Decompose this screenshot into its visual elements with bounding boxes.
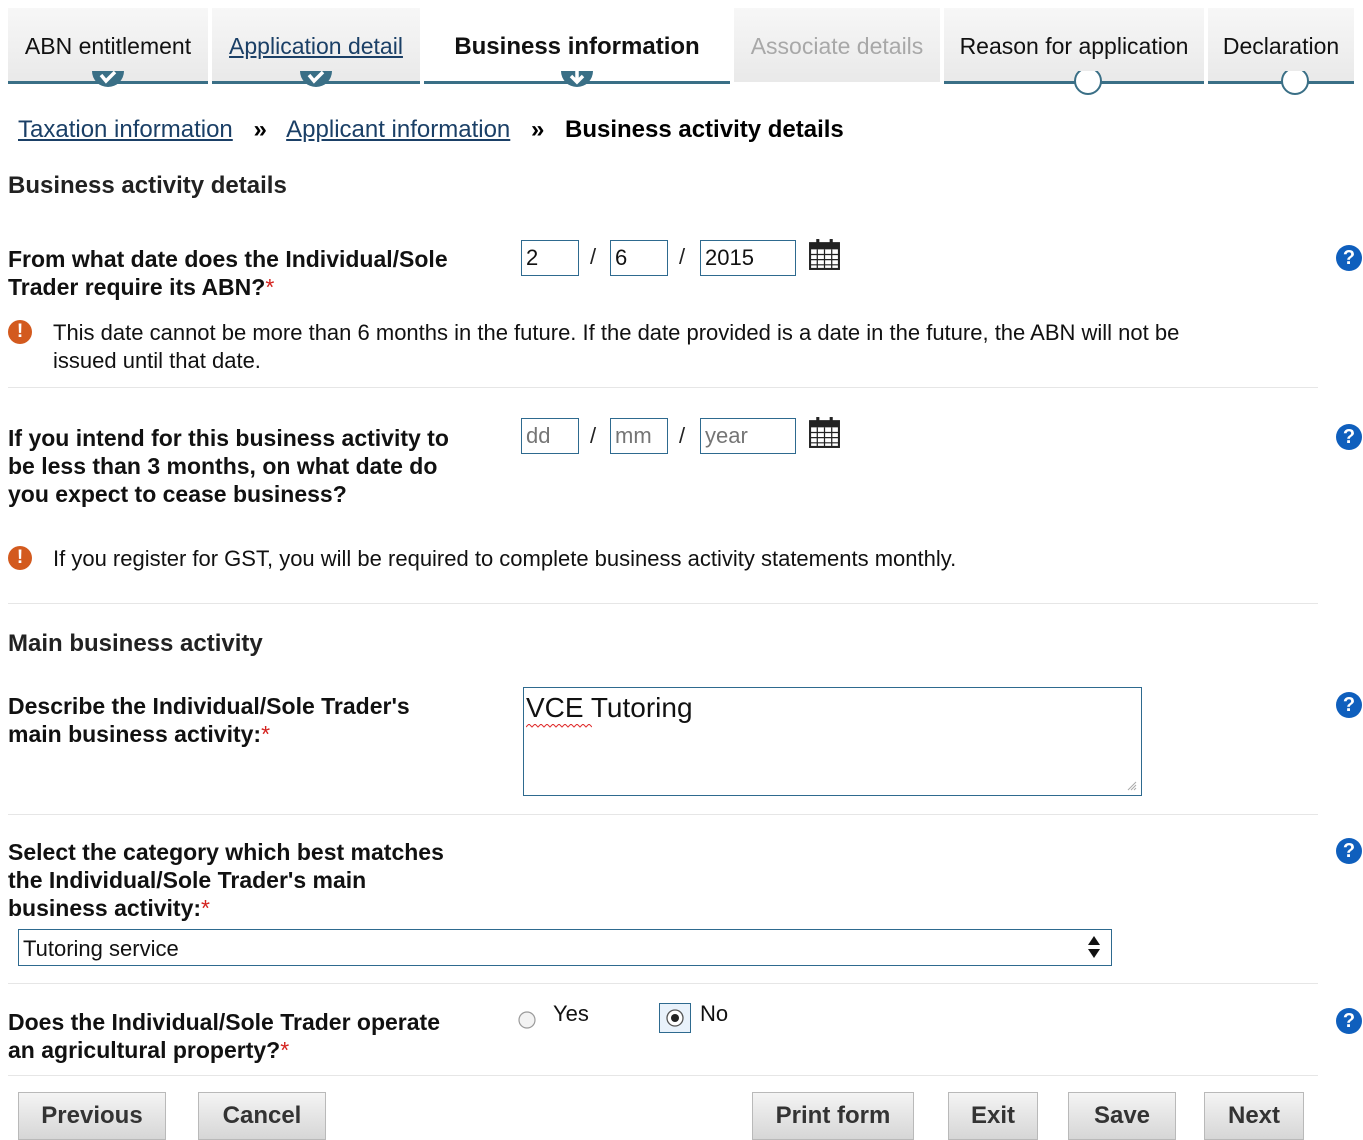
label-line: If you intend for this business activity… (8, 425, 449, 451)
step-label: Declaration (1222, 33, 1340, 59)
date-separator: / (679, 244, 686, 269)
required-asterisk: * (261, 721, 271, 747)
breadcrumb-taxation-information[interactable]: Taxation information (18, 116, 233, 143)
date-separator: / (590, 244, 597, 269)
warning-icon: ! (8, 320, 32, 344)
section-heading-business-activity-details: Business activity details (8, 172, 287, 199)
divider (8, 603, 1318, 604)
help-icon[interactable]: ? (1336, 245, 1362, 271)
label-line: the Individual/Sole Trader's main (8, 867, 367, 893)
help-icon[interactable]: ? (1336, 838, 1362, 864)
radio-yes-label[interactable]: Yes (553, 1001, 589, 1027)
breadcrumb-separator: » (530, 116, 545, 143)
label-line: Trader require its ABN?* (8, 274, 275, 300)
check-circle-icon (92, 71, 124, 87)
label-line: main business activity:* (8, 721, 271, 747)
abn-date-year-input[interactable] (700, 240, 796, 276)
spellcheck-underline (526, 724, 592, 728)
textarea-value: VCE Tutoring (526, 692, 693, 723)
business-activity-textarea[interactable]: VCE Tutoring (523, 687, 1142, 796)
section-heading-main-business-activity: Main business activity (8, 630, 263, 657)
radio-yes[interactable] (517, 1010, 537, 1030)
divider (8, 983, 1318, 984)
resize-grip-icon[interactable] (1127, 781, 1137, 791)
gst-note: If you register for GST, you will be req… (53, 546, 957, 571)
select-arrows-icon (1088, 936, 1100, 958)
abn-date-month-input[interactable] (610, 240, 668, 276)
abn-date-day-input[interactable] (521, 240, 579, 276)
divider (8, 387, 1318, 388)
step-declaration[interactable]: Declaration (1208, 8, 1354, 95)
divider (8, 1075, 1318, 1076)
label-line: Describe the Individual/Sole Trader's (8, 693, 410, 719)
check-circle-icon (300, 71, 332, 87)
breadcrumb-separator: » (253, 116, 267, 143)
step-label: Reason for application (959, 33, 1189, 59)
question-cease-date-label: If you intend for this business activity… (8, 424, 449, 508)
divider (8, 814, 1318, 815)
abn-date-note: This date cannot be more than 6 months i… (53, 319, 1179, 375)
radio-no[interactable] (665, 1008, 685, 1028)
breadcrumb-current: Business activity details (564, 116, 844, 143)
question-category-label: Select the category which best matches t… (8, 838, 444, 922)
cease-date-day-input[interactable] (521, 418, 579, 454)
cease-date-month-input[interactable] (610, 418, 668, 454)
radio-no-label[interactable]: No (700, 1001, 728, 1027)
step-label: Business information (454, 33, 700, 60)
help-icon[interactable]: ? (1336, 692, 1362, 718)
step-application-detail[interactable]: Application detail (212, 8, 420, 87)
step-abn-entitlement[interactable]: ABN entitlement (8, 8, 208, 87)
calendar-icon[interactable] (808, 238, 841, 271)
arrow-down-circle-icon (561, 71, 593, 87)
category-select[interactable]: Tutoring service (18, 929, 1112, 966)
step-label: ABN entitlement (24, 33, 192, 59)
help-icon[interactable]: ? (1336, 1008, 1362, 1034)
required-asterisk: * (265, 274, 275, 300)
note-line: This date cannot be more than 6 months i… (53, 320, 1180, 345)
empty-circle-icon (1281, 71, 1309, 95)
question-describe-activity-label: Describe the Individual/Sole Trader's ma… (8, 692, 410, 748)
step-reason-for-application[interactable]: Reason for application (944, 8, 1204, 95)
required-asterisk: * (201, 895, 210, 921)
step-label: Associate details (750, 33, 924, 59)
label-line: Does the Individual/Sole Trader operate (8, 1009, 441, 1035)
label-line: Select the category which best matches (8, 839, 444, 865)
calendar-icon[interactable] (808, 416, 841, 449)
label-line: business activity:* (8, 895, 210, 921)
warning-icon: ! (8, 546, 32, 570)
label-line: be less than 3 months, on what date do (8, 453, 438, 479)
label-line: an agricultural property?* (8, 1037, 290, 1063)
help-icon[interactable]: ? (1336, 424, 1362, 450)
breadcrumb: Taxation information » Applicant informa… (18, 116, 844, 144)
label-line: From what date does the Individual/Sole (8, 246, 448, 272)
required-asterisk: * (280, 1037, 290, 1063)
empty-circle-icon (1074, 71, 1102, 95)
question-agricultural-label: Does the Individual/Sole Trader operate … (8, 1008, 440, 1064)
date-separator: / (590, 423, 597, 448)
category-select-value: Tutoring service (23, 936, 179, 961)
cease-date-year-input[interactable] (700, 418, 796, 454)
step-associate-details: Associate details (734, 8, 940, 82)
step-label: Application detail (229, 33, 403, 59)
note-line: issued until that date. (53, 348, 261, 373)
date-separator: / (679, 423, 686, 448)
question-abn-date-label: From what date does the Individual/Sole … (8, 245, 448, 301)
breadcrumb-applicant-information[interactable]: Applicant information (286, 116, 510, 143)
step-business-information[interactable]: Business information (424, 8, 730, 87)
label-line: you expect to cease business? (8, 481, 347, 507)
